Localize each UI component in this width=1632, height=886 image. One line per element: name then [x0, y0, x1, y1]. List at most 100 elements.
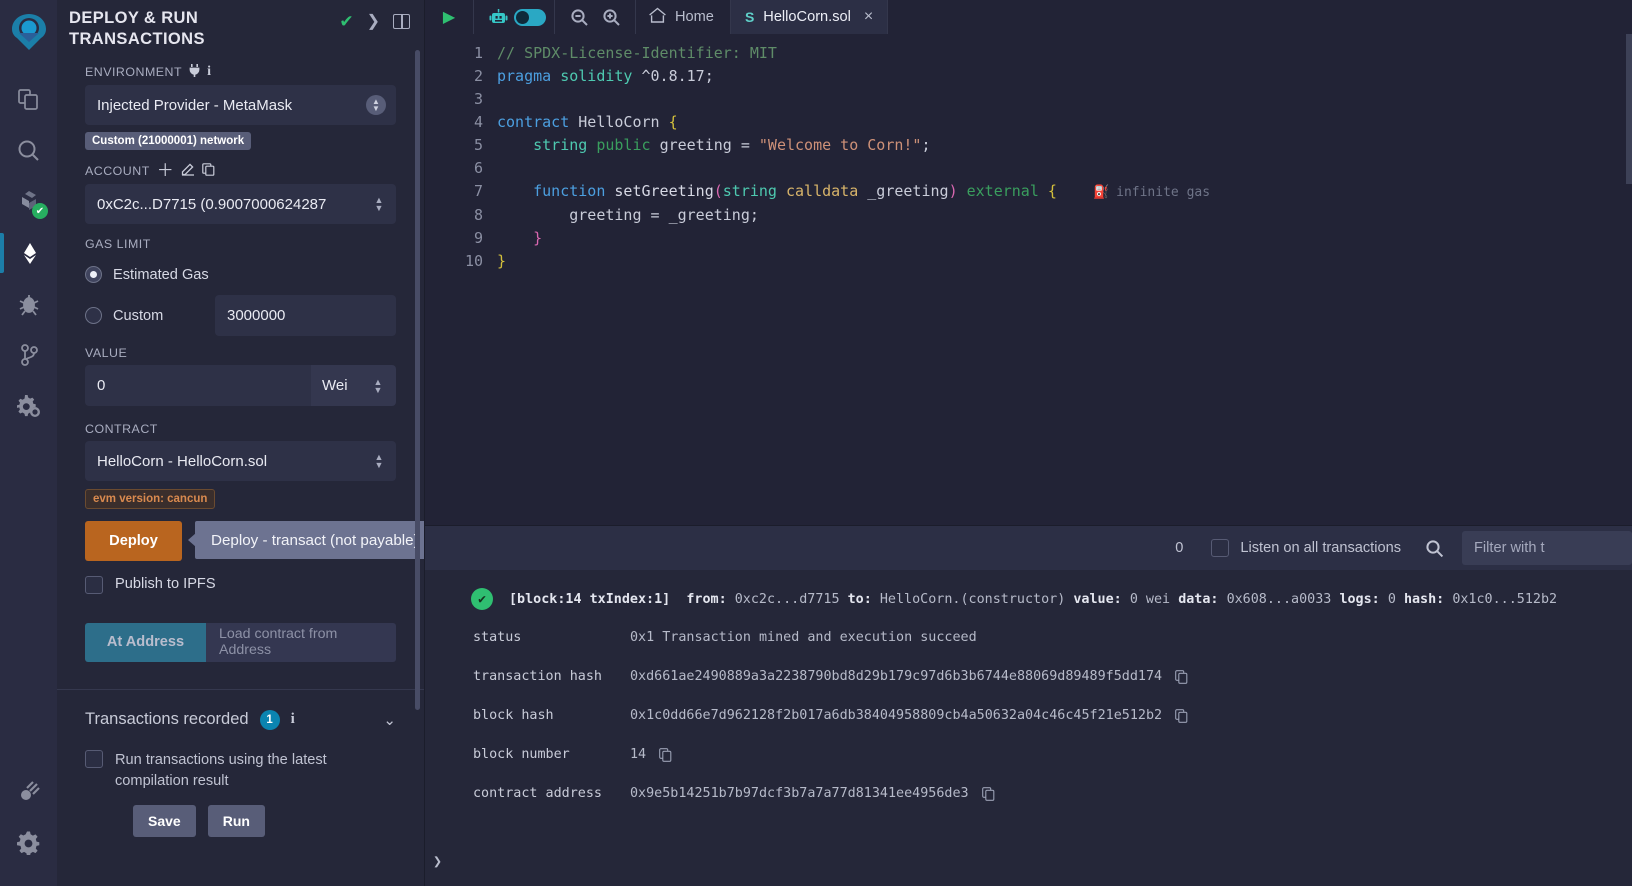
- editor-toolbar: ▶ Home S HelloCorn.sol ×: [425, 0, 1632, 34]
- panel-scrollbar[interactable]: [415, 50, 420, 710]
- detail-row: transaction hash 0xd661ae2490889a3a223879…: [425, 665, 1632, 688]
- account-select[interactable]: 0xC2c...D7715 (0.9007000624287 ▲ ▼: [85, 184, 396, 225]
- info-icon[interactable]: i: [291, 711, 295, 728]
- terminal-panel: 0 Listen on all transactions Filter with…: [425, 525, 1632, 886]
- info-icon[interactable]: i: [207, 64, 211, 80]
- check-icon[interactable]: ✔: [339, 13, 353, 30]
- code-text: contract HelloCorn {: [497, 113, 678, 131]
- ai-assistant-icon[interactable]: [482, 0, 514, 34]
- tab-hellocorn-sol[interactable]: S HelloCorn.sol ×: [730, 0, 889, 34]
- chevron-down-icon[interactable]: ⌄: [383, 711, 396, 729]
- environment-select[interactable]: Injected Provider - MetaMask ▲ ▼: [85, 85, 396, 126]
- close-icon[interactable]: ×: [864, 8, 873, 26]
- line-number: 4: [473, 113, 483, 131]
- file-explorer-icon[interactable]: [0, 74, 57, 125]
- line-number: 10: [464, 252, 483, 270]
- listen-all-transactions-row[interactable]: Listen on all transactions: [1211, 539, 1401, 557]
- publish-ipfs-checkbox[interactable]: [85, 576, 103, 595]
- detail-key: block hash: [473, 708, 554, 723]
- solidity-compiler-icon[interactable]: ✔: [0, 176, 57, 227]
- detail-key: contract address: [473, 786, 602, 801]
- ai-group: [474, 0, 555, 34]
- copy-icon[interactable]: [1175, 669, 1188, 684]
- line-number: 8: [473, 206, 483, 224]
- code-line: 5 string public greeting = "Welcome to C…: [425, 134, 1632, 157]
- code-text: }: [533, 229, 543, 247]
- settings-gear-icon[interactable]: [0, 817, 57, 868]
- detail-value: 0xd661ae2490889a3a2238790bd8d29b179c97d6…: [630, 669, 1163, 684]
- contract-value: HelloCorn - HelloCorn.sol: [97, 452, 268, 470]
- plugin-icon[interactable]: [0, 766, 57, 817]
- ai-toggle-switch[interactable]: [514, 0, 546, 34]
- detail-row: block number 14: [425, 743, 1632, 766]
- git-icon[interactable]: [0, 329, 57, 380]
- network-tag: Custom (21000001) network: [85, 132, 252, 151]
- detail-value: 0x1c0dd66e7d962128f2b017a6db38404958809c…: [630, 708, 1163, 723]
- plugin-manager-icon[interactable]: [0, 380, 57, 431]
- listen-all-transactions-checkbox[interactable]: [1211, 539, 1230, 557]
- contract-select[interactable]: HelloCorn - HelloCorn.sol ▲ ▼: [85, 441, 396, 482]
- environment-label: ENVIRONMENT i: [85, 64, 212, 80]
- code-text: function setGreeting(string calldata _gr…: [533, 182, 1211, 200]
- gas-limit-input[interactable]: 3000000: [215, 295, 396, 337]
- publish-ipfs-row[interactable]: Publish to IPFS: [85, 575, 396, 595]
- tab-home[interactable]: Home: [636, 0, 731, 34]
- value-unit-select[interactable]: Wei ▲ ▼: [311, 365, 396, 407]
- transactions-recorded-count: 1: [259, 709, 280, 730]
- code-text: pragma solidity ^0.8.17;: [497, 67, 714, 85]
- estimated-gas-radio[interactable]: [85, 266, 102, 284]
- chevron-right-icon[interactable]: ❯: [367, 13, 380, 30]
- terminal-output: ✔ [block:14 txIndex:1] from: 0xc2c...d77…: [425, 570, 1632, 886]
- search-icon[interactable]: [0, 125, 57, 176]
- terminal-toolbar: 0 Listen on all transactions Filter with…: [425, 526, 1632, 570]
- run-button[interactable]: Run: [207, 805, 265, 838]
- filter-input[interactable]: Filter with t: [1462, 531, 1632, 565]
- edit-icon[interactable]: [181, 162, 195, 179]
- search-icon[interactable]: [1425, 539, 1444, 558]
- copy-icon[interactable]: [659, 747, 672, 762]
- account-label: ACCOUNT ＋: [85, 162, 396, 179]
- chevron-updown-icon[interactable]: ▲ ▼: [371, 377, 385, 394]
- save-button[interactable]: Save: [133, 805, 196, 838]
- transactions-recorded-header[interactable]: Transactions recorded 1 i ⌄: [57, 690, 424, 730]
- run-latest-checkbox[interactable]: [85, 749, 103, 768]
- gas-estimate-hint: ⛽ infinite gas: [1092, 185, 1211, 200]
- custom-gas-radio[interactable]: [85, 307, 102, 325]
- code-editor[interactable]: 1 // SPDX-License-Identifier: MIT 2 pragma …: [425, 34, 1632, 525]
- zoom-in-icon[interactable]: [595, 0, 627, 34]
- chevron-updown-icon[interactable]: ▲ ▼: [372, 453, 386, 470]
- chevron-updown-icon[interactable]: ▲ ▼: [372, 196, 386, 213]
- remix-logo-icon[interactable]: [0, 4, 57, 60]
- at-address-input[interactable]: Load contract from Address: [206, 622, 396, 662]
- copy-icon[interactable]: [1175, 708, 1188, 723]
- detail-row: status 0x1 Transaction mined and executio…: [425, 626, 1632, 649]
- at-address-button[interactable]: At Address: [85, 622, 206, 662]
- deploy-button[interactable]: Deploy: [85, 521, 182, 562]
- copy-icon[interactable]: [202, 162, 215, 179]
- estimated-gas-row[interactable]: Estimated Gas: [85, 256, 396, 293]
- zoom-out-icon[interactable]: [563, 0, 595, 34]
- layout-panel-icon[interactable]: [393, 14, 410, 29]
- zoom-group: [555, 0, 636, 34]
- detail-key: transaction hash: [473, 669, 602, 684]
- detail-value: 14: [630, 747, 647, 762]
- value-input[interactable]: 0: [85, 365, 311, 407]
- code-text: greeting = _greeting;: [497, 206, 759, 224]
- code-line: 3: [425, 88, 1632, 111]
- line-number: 5: [473, 136, 483, 154]
- transaction-log-row[interactable]: ✔ [block:14 txIndex:1] from: 0xc2c...d77…: [425, 570, 1632, 610]
- gas-limit-label: GAS LIMIT: [85, 237, 151, 252]
- copy-icon[interactable]: [981, 786, 995, 801]
- plus-icon[interactable]: ＋: [157, 162, 175, 179]
- deploy-run-transactions-icon[interactable]: [0, 227, 57, 278]
- chevron-updown-icon[interactable]: ▲ ▼: [366, 95, 386, 116]
- run-latest-row[interactable]: Run transactions using the latest compil…: [57, 730, 424, 791]
- terminal-count: 0: [1175, 540, 1184, 556]
- chevron-right-icon[interactable]: ❯: [433, 852, 442, 870]
- solidity-file-icon: S: [744, 9, 755, 25]
- custom-gas-row[interactable]: Custom 3000000: [85, 295, 396, 337]
- debugger-icon[interactable]: [0, 278, 57, 329]
- run-script-icon[interactable]: ▶: [433, 0, 465, 34]
- detail-key: status: [473, 630, 522, 645]
- editor-scrollbar[interactable]: [1626, 34, 1632, 184]
